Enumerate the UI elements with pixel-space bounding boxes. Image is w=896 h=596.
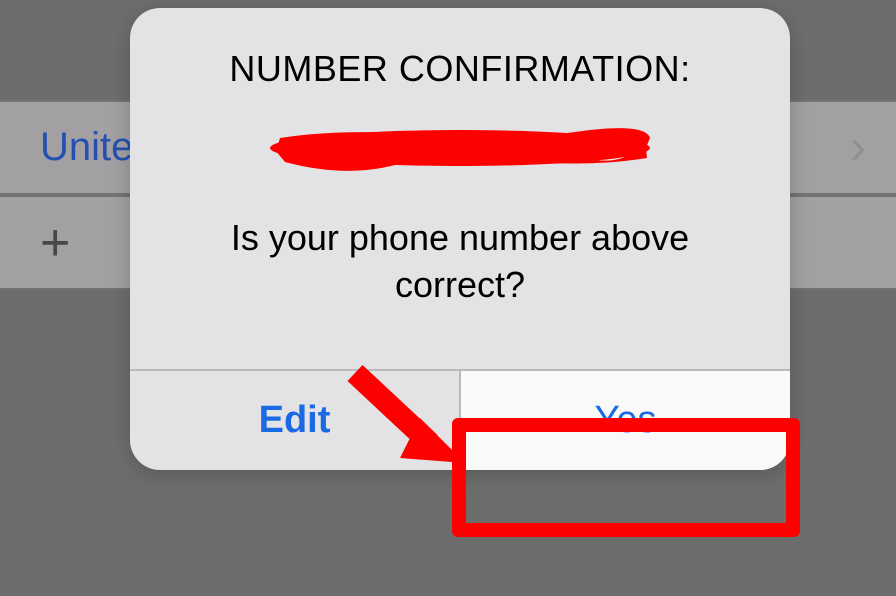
confirmation-alert: NUMBER CONFIRMATION: Is your phone numbe… <box>130 8 790 470</box>
yes-button[interactable]: Yes <box>461 371 790 470</box>
redacted-phone-number <box>265 120 655 175</box>
alert-title: NUMBER CONFIRMATION: <box>160 48 760 90</box>
edit-button[interactable]: Edit <box>130 371 461 470</box>
alert-content: NUMBER CONFIRMATION: Is your phone numbe… <box>130 8 790 339</box>
alert-button-row: Edit Yes <box>130 369 790 470</box>
alert-message: Is your phone number above correct? <box>160 215 760 309</box>
